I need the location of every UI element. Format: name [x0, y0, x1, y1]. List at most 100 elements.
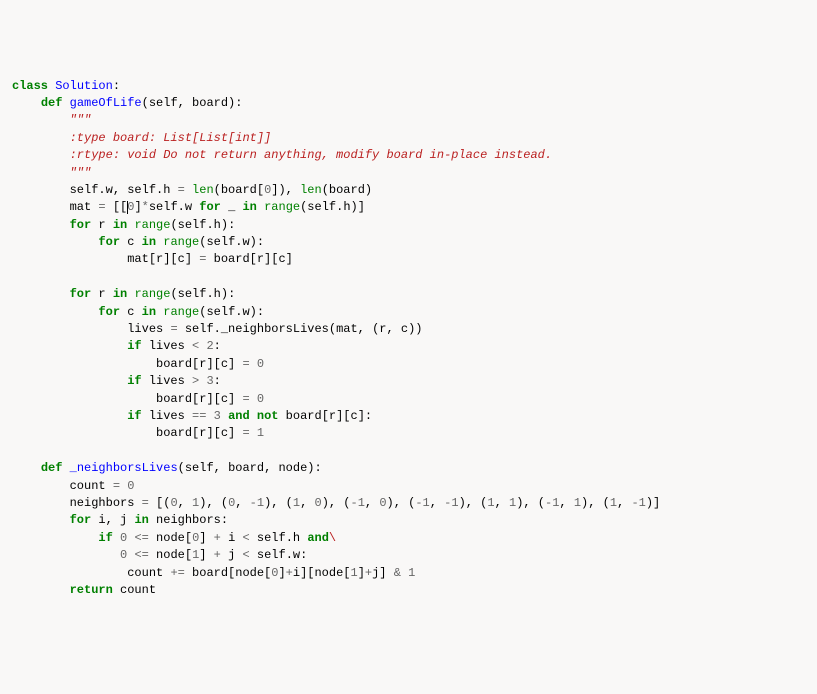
- var: _: [221, 200, 243, 214]
- expr: ,: [235, 496, 249, 510]
- number: 1: [257, 426, 264, 440]
- code-line: def _neighborsLives(self, board, node):: [12, 460, 805, 477]
- code-line: """: [12, 112, 805, 129]
- expr: ), (: [581, 496, 610, 510]
- keyword-for: for: [199, 200, 221, 214]
- attr: .h):: [206, 218, 235, 232]
- expr: (self: [199, 235, 235, 249]
- op-peq: +=: [170, 566, 184, 580]
- number: 1: [487, 496, 494, 510]
- number: 0: [315, 496, 322, 510]
- expr: ), (: [322, 496, 351, 510]
- code-line: if lives == 3 and not board[r][c]:: [12, 408, 805, 425]
- expr: j]: [372, 566, 394, 580]
- expr: ,: [495, 496, 509, 510]
- expr: j: [221, 548, 243, 562]
- number: 0: [120, 548, 127, 562]
- class-name: Solution: [55, 79, 113, 93]
- op-eq: =: [170, 322, 177, 336]
- number: 1: [610, 496, 617, 510]
- builtin-range: range: [163, 305, 199, 319]
- code-line: board[r][c] = 1: [12, 425, 805, 442]
- number: 1: [192, 548, 199, 562]
- op-lt: <: [242, 531, 249, 545]
- op-neg: -: [631, 496, 638, 510]
- params: (self, board, node):: [178, 461, 322, 475]
- expr: ,: [617, 496, 631, 510]
- keyword-for: for: [98, 235, 120, 249]
- expr: ), (: [387, 496, 416, 510]
- docstring: :rtype: void Do not return anything, mod…: [70, 148, 552, 162]
- docstring: :type board: List[List[int]]: [70, 131, 272, 145]
- code-line: for r in range(self.h):: [12, 217, 805, 234]
- code-line: lives = self._neighborsLives(mat, (r, c)…: [12, 321, 805, 338]
- expr: (self: [300, 200, 336, 214]
- punct: :: [214, 374, 221, 388]
- expr: neighbors:: [149, 513, 228, 527]
- keyword-in: in: [242, 200, 256, 214]
- code-line: for c in range(self.w):: [12, 234, 805, 251]
- keyword-def: def: [41, 96, 63, 110]
- docstring: """: [70, 166, 92, 180]
- punct: :: [113, 79, 120, 93]
- expr: ]: [199, 531, 213, 545]
- expr: node[: [149, 548, 192, 562]
- op-eq: =: [142, 496, 149, 510]
- number: 1: [257, 496, 264, 510]
- code-line: self.w, self.h = len(board[0]), len(boar…: [12, 182, 805, 199]
- keyword-and: and: [307, 531, 329, 545]
- expr: ,: [430, 496, 444, 510]
- expr: ), (: [516, 496, 545, 510]
- code-line: def gameOfLife(self, board):: [12, 95, 805, 112]
- code-line: board[r][c] = 0: [12, 356, 805, 373]
- op-eq: =: [98, 200, 105, 214]
- keyword-in: in: [113, 218, 127, 232]
- expr: [[: [106, 200, 128, 214]
- punct: :: [214, 339, 221, 353]
- self-ref: self: [149, 200, 178, 214]
- expr: board[node[: [185, 566, 271, 580]
- call: ._neighborsLives(mat, (r, c)): [214, 322, 423, 336]
- number: 0: [257, 357, 264, 371]
- code-line: if lives > 3:: [12, 373, 805, 390]
- var: lives: [142, 339, 192, 353]
- expr: board[r][c]:: [278, 409, 372, 423]
- builtin-range: range: [134, 287, 170, 301]
- keyword-if: if: [98, 531, 112, 545]
- number: 0: [271, 566, 278, 580]
- expr: i][node[: [293, 566, 351, 580]
- keyword-for: for: [70, 513, 92, 527]
- keyword-if: if: [127, 374, 141, 388]
- keyword-if: if: [127, 409, 141, 423]
- builtin-len: len: [300, 183, 322, 197]
- params: (self, board):: [142, 96, 243, 110]
- attr: .w):: [235, 235, 264, 249]
- code-line: neighbors = [(0, 1), (0, -1), (1, 0), (-…: [12, 495, 805, 512]
- op-le: <=: [134, 548, 148, 562]
- keyword-and: and: [228, 409, 250, 423]
- attr: .w: [178, 200, 200, 214]
- var: neighbors: [70, 496, 142, 510]
- var: c: [120, 235, 142, 249]
- code-line: for r in range(self.h):: [12, 286, 805, 303]
- expr: node[: [149, 531, 192, 545]
- var: count: [70, 479, 113, 493]
- expr: (self: [170, 218, 206, 232]
- expr: ,: [365, 496, 379, 510]
- op-lt: <: [242, 548, 249, 562]
- self-ref: self: [250, 548, 286, 562]
- builtin-range: range: [134, 218, 170, 232]
- builtin-range: range: [163, 235, 199, 249]
- attr: .w):: [235, 305, 264, 319]
- op-eq: =: [113, 479, 120, 493]
- op-neg: -: [351, 496, 358, 510]
- expr: ,: [559, 496, 573, 510]
- number: 1: [451, 496, 458, 510]
- attr: .h: [286, 531, 308, 545]
- var: count: [127, 566, 170, 580]
- code-line: return count: [12, 582, 805, 599]
- attr: .h)]: [336, 200, 365, 214]
- code-editor[interactable]: class Solution: def gameOfLife(self, boa…: [12, 78, 805, 600]
- code-line: """: [12, 165, 805, 182]
- function-name: gameOfLife: [70, 96, 142, 110]
